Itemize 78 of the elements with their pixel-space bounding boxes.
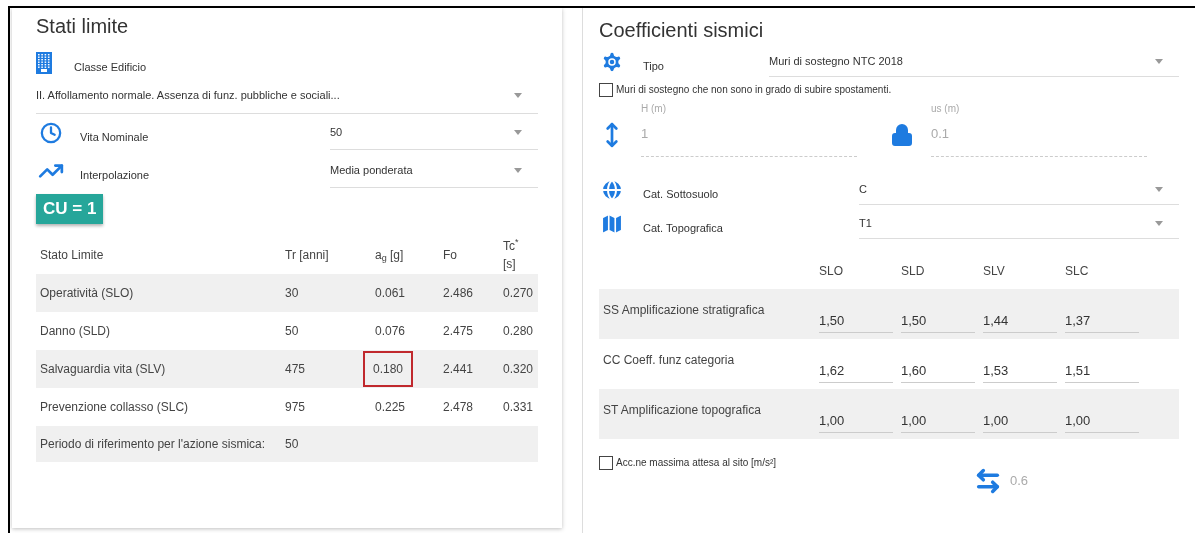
checkbox-label: Acc.ne massima attesa al sito [m/s²] (616, 456, 777, 470)
coefficient-field[interactable]: 1,00 (901, 410, 975, 433)
row-label: CC Coeff. funz categoria (603, 352, 736, 369)
dropdown-caret-icon (1155, 221, 1163, 226)
table-cell: 0.180 (363, 350, 414, 387)
table-cell-text: 2.478 (443, 398, 474, 416)
select-field[interactable]: 50 (330, 116, 538, 150)
coefficient-field[interactable]: 1,00 (983, 410, 1057, 433)
coefficient-field[interactable]: 1,00 (1065, 410, 1139, 433)
checkbox[interactable] (599, 82, 613, 97)
field-label: Vita Nominale (80, 129, 150, 145)
acc-value: 0.6 (1010, 472, 1029, 491)
table-cell-text: 0.331 (503, 398, 534, 416)
panel-title: Stati limite (36, 14, 130, 39)
field-label: Cat. Topografica (643, 220, 724, 236)
table-cell-text: 0.225 (375, 398, 406, 416)
checkbox-label: Muri di sostegno che non sono in grado di subire spostamenti. (616, 83, 892, 97)
coefficient-field[interactable]: 1,53 (983, 360, 1057, 383)
table-cell-text: Prevenzione collasso (SLC) (40, 398, 189, 416)
cu-badge: CU = 1 (36, 194, 104, 224)
dropdown-caret-icon (1155, 59, 1163, 64)
coefficient-field[interactable]: 1,50 (819, 310, 893, 333)
coefficient-field[interactable]: 1,50 (901, 310, 975, 333)
column-header: Stato Limite (40, 247, 104, 262)
table-cell-text: Operatività (SLO) (40, 284, 134, 302)
table-cell-text: 30 (285, 284, 299, 302)
field-label: Tipo (643, 58, 665, 74)
coefficient-field[interactable]: 1,00 (819, 410, 893, 433)
column-header: SLC (1065, 263, 1090, 280)
row-label: ST Amplificazione topografica (603, 402, 762, 419)
column-header: Tr [anni] (285, 247, 329, 262)
table-cell-text: 50 (285, 435, 299, 453)
coefficient-field[interactable]: 1,37 (1065, 310, 1139, 333)
table-cell-text: 975 (285, 398, 306, 416)
table-cell-text: 0.320 (503, 360, 534, 378)
lock-icon (890, 123, 914, 147)
dropdown-caret-icon (1155, 187, 1163, 192)
field-label: Cat. Sottosuolo (643, 186, 720, 202)
table-cell-text: 0.076 (375, 322, 406, 340)
row-label: SS Amplificazione stratigrafica (603, 302, 766, 319)
table-cell-text: 2.475 (443, 322, 474, 340)
swap-arrows-icon (974, 467, 1002, 495)
tipo-select[interactable]: Muri di sostegno NTC 2018 (769, 47, 1179, 77)
classe-select[interactable]: II. Affollamento normale. Assenza di funz. pubbliche e sociali... (36, 78, 538, 114)
select-field[interactable]: T1 (859, 209, 1179, 239)
globe-icon (600, 178, 624, 202)
table-cell-text: 0.061 (375, 284, 406, 302)
dropdown-caret-icon (514, 93, 522, 98)
panel-title: Coefficienti sismici (599, 18, 765, 43)
coefficient-field[interactable]: 1,60 (901, 360, 975, 383)
table-cell-text: 50 (285, 322, 299, 340)
table-cell-text: 0.280 (503, 322, 534, 340)
column-header: SLV (983, 263, 1006, 280)
dropdown-caret-icon (514, 130, 522, 135)
column-header: SLO (819, 263, 844, 280)
select-field[interactable]: C (859, 175, 1179, 205)
settings-icon (600, 50, 624, 74)
table-cell-text: 0.270 (503, 284, 534, 302)
field-label: Classe Edificio (74, 59, 147, 75)
table-cell-text: Periodo di riferimento per l'azione sismica: (40, 435, 266, 453)
building-icon (36, 52, 52, 74)
column-header: Tc$^{*}$ [s] (503, 238, 519, 271)
column-header: a$_{g}$ [g] (375, 247, 404, 262)
table-cell-text: Danno (SLD) (40, 322, 111, 340)
table-cell-text: 2.486 (443, 284, 474, 302)
coefficient-field[interactable]: 1,62 (819, 360, 893, 383)
table-cell-text: 475 (285, 360, 306, 378)
table-cell-text: 2.441 (443, 360, 474, 378)
clock-icon (40, 122, 62, 144)
checkbox[interactable] (599, 455, 613, 470)
column-header: SLD (901, 263, 926, 280)
column-header: Fo (443, 247, 457, 262)
field-label: Interpolazione (80, 167, 151, 183)
select-field[interactable]: Media ponderata (330, 154, 538, 188)
table-cell-text: Salvaguardia vita (SLV) (40, 360, 166, 378)
coefficient-field[interactable]: 1,51 (1065, 360, 1139, 383)
dropdown-caret-icon (514, 168, 522, 173)
coefficient-field[interactable]: 1,44 (983, 310, 1057, 333)
